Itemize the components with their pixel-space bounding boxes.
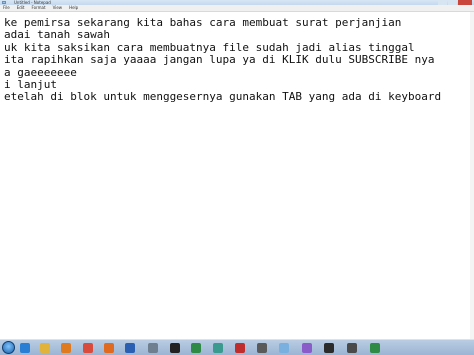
- menu-help[interactable]: Help: [69, 5, 78, 11]
- notepad-icon[interactable]: [279, 343, 289, 353]
- media-icon[interactable]: [61, 343, 71, 353]
- menu-file[interactable]: File: [3, 5, 10, 11]
- text-line: ita rapihkan saja yaaaa jangan lupa ya d…: [4, 53, 435, 66]
- start-button[interactable]: [2, 341, 15, 354]
- ie-icon[interactable]: [20, 343, 30, 353]
- text-line: etelah di blok untuk menggesernya gunaka…: [4, 90, 442, 103]
- app-icon[interactable]: [213, 343, 223, 353]
- word-icon[interactable]: [125, 343, 135, 353]
- text-line: ke pemirsa sekarang kita bahas cara memb…: [4, 16, 402, 29]
- chrome-icon[interactable]: [83, 343, 93, 353]
- notepad-icon: [2, 1, 6, 4]
- app4-icon[interactable]: [324, 343, 334, 353]
- menu-format[interactable]: Format: [31, 5, 45, 11]
- text-line: i lanjut: [4, 78, 57, 91]
- excel-icon[interactable]: [191, 343, 201, 353]
- text-line: adai tanah sawah: [4, 28, 110, 41]
- cmd-icon[interactable]: [170, 343, 180, 353]
- text-line: a gaeeeeeee: [4, 66, 77, 79]
- app5-icon[interactable]: [347, 343, 357, 353]
- menu-bar: File Edit Format View Help: [0, 5, 474, 12]
- paint-icon[interactable]: [302, 343, 312, 353]
- taskbar: [0, 339, 474, 355]
- text-editor[interactable]: ke pemirsa sekarang kita bahas cara memb…: [0, 12, 474, 339]
- app6-icon[interactable]: [370, 343, 380, 353]
- wrench-icon[interactable]: [148, 343, 158, 353]
- app3-icon[interactable]: [257, 343, 267, 353]
- menu-edit[interactable]: Edit: [17, 5, 25, 11]
- vertical-scrollbar[interactable]: [470, 12, 474, 339]
- app2-icon[interactable]: [235, 343, 245, 353]
- text-line: uk kita saksikan cara membuatnya file su…: [4, 41, 415, 54]
- folder-icon[interactable]: [40, 343, 50, 353]
- firefox-icon[interactable]: [104, 343, 114, 353]
- menu-view[interactable]: View: [53, 5, 63, 11]
